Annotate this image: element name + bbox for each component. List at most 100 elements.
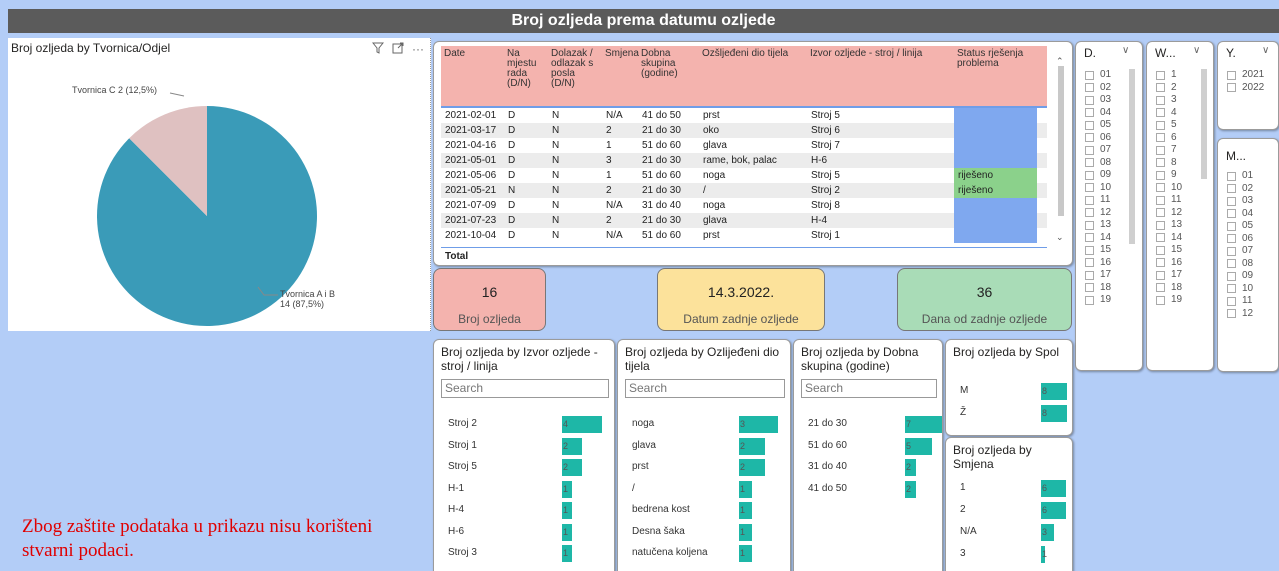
slicer-month[interactable]: M... 01 02 03 04 05 06 07 08 09 10 11 12 xyxy=(1217,138,1279,372)
table-row[interactable]: 2021-02-01 D N N/A 41 do 50 prst Stroj 5 xyxy=(441,108,1047,123)
search-input[interactable]: Search xyxy=(801,379,937,398)
checkbox-icon[interactable] xyxy=(1085,283,1094,293)
slicer-item[interactable]: 10 xyxy=(1227,283,1253,296)
slicer-item[interactable]: 15 xyxy=(1085,244,1111,257)
slicer-item[interactable]: 04 xyxy=(1085,107,1111,120)
checkbox-icon[interactable] xyxy=(1085,208,1094,218)
checkbox-icon[interactable] xyxy=(1156,108,1165,118)
checkbox-icon[interactable] xyxy=(1227,83,1236,93)
slicer-item[interactable]: 01 xyxy=(1227,170,1253,183)
bar-list-item[interactable]: 26 xyxy=(960,502,1160,519)
checkbox-icon[interactable] xyxy=(1085,70,1094,80)
checkbox-icon[interactable] xyxy=(1227,221,1236,231)
slicer-item[interactable]: 17 xyxy=(1085,269,1111,282)
slicer-day[interactable]: D. ∨ 01 02 03 04 05 06 07 08 09 10 11 12 13 14 15 16 17 1… xyxy=(1075,41,1143,371)
slicer-item[interactable]: 12 xyxy=(1156,207,1182,220)
checkbox-icon[interactable] xyxy=(1156,70,1165,80)
scroll-thumb[interactable] xyxy=(1058,66,1064,216)
slicer-item[interactable]: 3 xyxy=(1156,94,1182,107)
table-column-header[interactable]: Ozšljeđeni dio tijela xyxy=(699,46,807,106)
table-column-header[interactable]: Smjena xyxy=(602,46,639,106)
checkbox-icon[interactable] xyxy=(1156,170,1165,180)
checkbox-icon[interactable] xyxy=(1156,183,1165,193)
chevron-down-icon[interactable]: ∨ xyxy=(1193,45,1200,56)
checkbox-icon[interactable] xyxy=(1156,145,1165,155)
table-column-header[interactable]: Dobna skupina (godine) xyxy=(638,46,699,106)
table-column-header[interactable]: Date xyxy=(441,46,504,106)
slicer-item[interactable]: 08 xyxy=(1227,258,1253,271)
slicer-item[interactable]: 11 xyxy=(1227,295,1253,308)
table-row[interactable]: 2021-05-21 N N 2 21 do 30 / Stroj 2 riješeno xyxy=(441,183,1047,198)
checkbox-icon[interactable] xyxy=(1156,295,1165,305)
slicer-item[interactable]: 05 xyxy=(1227,220,1253,233)
slicer-item[interactable]: 15 xyxy=(1156,244,1182,257)
checkbox-icon[interactable] xyxy=(1156,258,1165,268)
slicer-item[interactable]: 13 xyxy=(1156,219,1182,232)
slicer-item[interactable]: 19 xyxy=(1156,294,1182,307)
slicer-item[interactable]: 2 xyxy=(1156,82,1182,95)
bar-list-item[interactable]: Ž8 xyxy=(960,405,1160,422)
table-column-header[interactable]: Izvor ozljede - stroj / linija xyxy=(807,46,954,106)
checkbox-icon[interactable] xyxy=(1227,284,1236,294)
slicer-item[interactable]: 13 xyxy=(1085,219,1111,232)
checkbox-icon[interactable] xyxy=(1156,120,1165,130)
slicer-item[interactable]: 03 xyxy=(1085,94,1111,107)
checkbox-icon[interactable] xyxy=(1085,233,1094,243)
slicer-item[interactable]: 11 xyxy=(1085,194,1111,207)
slicer-item[interactable]: 17 xyxy=(1156,269,1182,282)
slicer-item[interactable]: 02 xyxy=(1085,82,1111,95)
checkbox-icon[interactable] xyxy=(1227,234,1236,244)
scroll-down-icon[interactable]: ⌄ xyxy=(1056,232,1064,243)
checkbox-icon[interactable] xyxy=(1085,258,1094,268)
checkbox-icon[interactable] xyxy=(1227,259,1236,269)
checkbox-icon[interactable] xyxy=(1227,246,1236,256)
checkbox-icon[interactable] xyxy=(1156,95,1165,105)
bar-list-item[interactable]: M8 xyxy=(960,383,1160,400)
slicer-item[interactable]: 4 xyxy=(1156,107,1182,120)
table-row[interactable]: 2021-05-01 D N 3 21 do 30 rame, bok, palac H-6 xyxy=(441,153,1047,168)
slicer-item[interactable]: 18 xyxy=(1156,282,1182,295)
checkbox-icon[interactable] xyxy=(1085,183,1094,193)
table-row[interactable]: 2021-05-06 D N 1 51 do 60 noga Stroj 5 riješeno xyxy=(441,168,1047,183)
slicer-item[interactable]: 18 xyxy=(1085,282,1111,295)
table-scrollbar[interactable]: ⌃ ⌄ xyxy=(1056,50,1066,243)
slicer-item[interactable]: 06 xyxy=(1227,233,1253,246)
slicer-item[interactable]: 04 xyxy=(1227,208,1253,221)
checkbox-icon[interactable] xyxy=(1085,95,1094,105)
slicer-item[interactable]: 05 xyxy=(1085,119,1111,132)
slicer-item[interactable]: 2021 xyxy=(1227,69,1264,82)
slicer-item[interactable]: 16 xyxy=(1085,257,1111,270)
slicer-item[interactable]: 02 xyxy=(1227,183,1253,196)
checkbox-icon[interactable] xyxy=(1227,271,1236,281)
checkbox-icon[interactable] xyxy=(1156,270,1165,280)
checkbox-icon[interactable] xyxy=(1156,283,1165,293)
checkbox-icon[interactable] xyxy=(1085,270,1094,280)
slicer-item[interactable]: 5 xyxy=(1156,119,1182,132)
slicer-item[interactable]: 07 xyxy=(1085,144,1111,157)
checkbox-icon[interactable] xyxy=(1085,158,1094,168)
slicer-item[interactable]: 08 xyxy=(1085,157,1111,170)
checkbox-icon[interactable] xyxy=(1156,133,1165,143)
checkbox-icon[interactable] xyxy=(1085,145,1094,155)
slicer-item[interactable]: 7 xyxy=(1156,144,1182,157)
checkbox-icon[interactable] xyxy=(1156,245,1165,255)
slicer-item[interactable]: 12 xyxy=(1085,207,1111,220)
slicer-item[interactable]: 03 xyxy=(1227,195,1253,208)
checkbox-icon[interactable] xyxy=(1085,83,1094,93)
slicer-item[interactable]: 14 xyxy=(1156,232,1182,245)
slicer-year[interactable]: Y. ∨ 2021 2022 xyxy=(1217,41,1279,130)
table-column-header[interactable]: Na mjestu rada (D/N) xyxy=(504,46,548,106)
search-input[interactable]: Search xyxy=(625,379,785,398)
checkbox-icon[interactable] xyxy=(1085,295,1094,305)
checkbox-icon[interactable] xyxy=(1085,170,1094,180)
slicer-day-scrollbar[interactable] xyxy=(1129,69,1135,244)
checkbox-icon[interactable] xyxy=(1156,208,1165,218)
slicer-item[interactable]: 09 xyxy=(1227,270,1253,283)
checkbox-icon[interactable] xyxy=(1085,245,1094,255)
slicer-item[interactable]: 10 xyxy=(1085,182,1111,195)
slicer-item[interactable]: 09 xyxy=(1085,169,1111,182)
checkbox-icon[interactable] xyxy=(1085,108,1094,118)
checkbox-icon[interactable] xyxy=(1227,171,1236,181)
table-row[interactable]: 2021-07-09 D N N/A 31 do 40 noga Stroj 8 xyxy=(441,198,1047,213)
checkbox-icon[interactable] xyxy=(1156,158,1165,168)
